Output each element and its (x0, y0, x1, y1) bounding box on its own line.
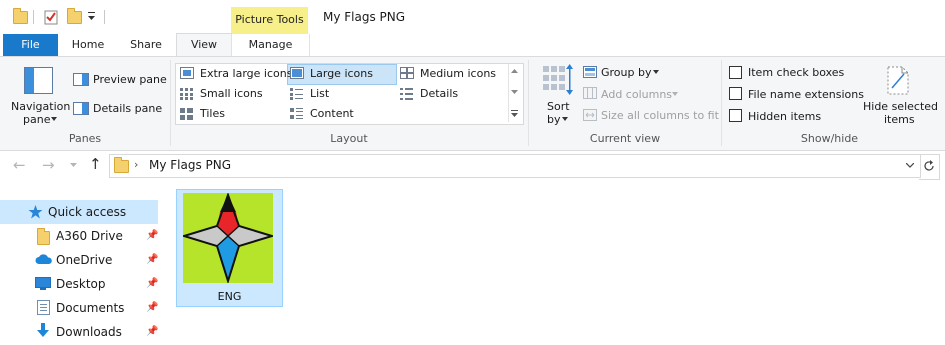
medium-icons-icon[interactable] (400, 67, 414, 79)
size-all-columns-option: Size all columns to fit (601, 109, 719, 122)
address-dropdown-chevron-icon[interactable] (906, 163, 914, 168)
tab-view[interactable]: View (176, 33, 232, 58)
refresh-icon[interactable] (923, 160, 935, 172)
gallery-expand-icon[interactable] (511, 110, 518, 117)
scroll-down-icon[interactable] (511, 90, 518, 94)
item-check-boxes-checkbox[interactable] (729, 66, 742, 79)
picture-tools-label: Picture Tools (235, 13, 304, 26)
small-icons-icon[interactable] (180, 88, 194, 100)
qat-separator (33, 10, 34, 24)
nav-item-a360-drive[interactable]: A360 Drive (56, 229, 123, 243)
tab-file[interactable]: File (3, 34, 58, 56)
download-icon (37, 323, 49, 337)
hidden-items-checkbox[interactable] (729, 109, 742, 122)
preview-pane-icon[interactable] (73, 73, 89, 86)
add-columns-option: Add columns (601, 88, 673, 101)
nav-item-desktop[interactable]: Desktop (56, 277, 106, 291)
scroll-up-icon[interactable] (511, 69, 518, 73)
extra-large-icons-icon[interactable] (180, 67, 194, 79)
add-columns-icon (583, 87, 597, 99)
group-by-option[interactable]: Group by (601, 66, 651, 79)
qat-separator-2 (104, 10, 105, 24)
hide-selected-label-2[interactable]: items (884, 113, 915, 126)
list-icon[interactable] (290, 88, 304, 100)
breadcrumb-current[interactable]: My Flags PNG (149, 158, 231, 172)
back-arrow-icon[interactable]: ← (13, 156, 26, 174)
content-option[interactable]: Content (310, 107, 354, 120)
pin-icon[interactable]: 📌 (146, 326, 158, 337)
medium-icons-option[interactable]: Medium icons (420, 67, 496, 80)
nav-item-downloads[interactable]: Downloads (56, 325, 122, 339)
pin-icon[interactable]: 📌 (146, 278, 158, 289)
list-option[interactable]: List (310, 87, 329, 100)
folder-icon (13, 8, 28, 24)
item-check-boxes-label[interactable]: Item check boxes (748, 66, 844, 79)
hide-selected-items-icon[interactable] (886, 66, 910, 96)
nav-item-onedrive[interactable]: OneDrive (56, 253, 112, 267)
preview-pane-label[interactable]: Preview pane (93, 73, 167, 86)
nav-item-quick-access[interactable]: Quick access (48, 205, 126, 219)
dropdown-arrow-icon[interactable] (653, 70, 659, 74)
layout-group-label: Layout (330, 132, 368, 145)
cloud-icon (35, 254, 52, 264)
tiles-icon[interactable] (180, 108, 194, 120)
nav-item-documents[interactable]: Documents (56, 301, 124, 315)
tab-manage[interactable]: Manage (231, 34, 310, 56)
desktop-icon (35, 277, 51, 290)
sort-by-label[interactable]: Sort (547, 100, 570, 113)
breadcrumb-separator-icon[interactable]: › (134, 158, 138, 171)
current-view-group-label: Current view (589, 132, 661, 145)
show-hide-group-label: Show/hide (800, 132, 859, 145)
compass-star-image (183, 193, 273, 283)
pin-icon[interactable]: 📌 (146, 302, 158, 313)
new-folder-icon[interactable] (67, 8, 82, 24)
extra-large-icons-option[interactable]: Extra large icons (200, 67, 292, 80)
folder-icon (37, 228, 50, 245)
customize-qat-chevron-icon[interactable] (87, 11, 96, 23)
file-name-extensions-label[interactable]: File name extensions (748, 88, 864, 101)
dropdown-arrow-icon (672, 92, 678, 96)
sort-by-icon[interactable] (543, 64, 573, 96)
content-icon[interactable] (290, 108, 304, 120)
up-arrow-icon[interactable]: ↑ (89, 155, 102, 173)
forward-arrow-icon[interactable]: → (42, 156, 55, 174)
large-icons-option[interactable]: Large icons (310, 67, 373, 80)
dropdown-arrow-icon[interactable] (562, 117, 568, 121)
details-pane-label[interactable]: Details pane (93, 102, 162, 115)
title-bar (0, 0, 945, 34)
file-name-extensions-checkbox[interactable] (729, 87, 742, 100)
tab-home[interactable]: Home (62, 34, 114, 56)
details-option[interactable]: Details (420, 87, 458, 100)
sort-by-label-2[interactable]: by (547, 113, 561, 126)
dropdown-arrow-icon[interactable] (51, 117, 57, 121)
group-by-icon[interactable] (583, 66, 597, 78)
hidden-items-label[interactable]: Hidden items (748, 110, 821, 123)
window-title: My Flags PNG (323, 10, 406, 24)
pin-icon[interactable]: 📌 (146, 254, 158, 265)
documents-icon (37, 300, 50, 315)
folder-icon (114, 157, 129, 173)
pin-icon[interactable]: 📌 (146, 230, 158, 241)
tab-share[interactable]: Share (120, 34, 172, 56)
details-icon[interactable] (400, 88, 414, 100)
large-icons-icon[interactable] (290, 67, 304, 79)
panes-group-label: Panes (68, 132, 102, 145)
star-icon (28, 205, 43, 219)
properties-checkmark-icon[interactable] (44, 9, 58, 25)
small-icons-option[interactable]: Small icons (200, 87, 263, 100)
navigation-pane-icon[interactable] (24, 67, 54, 95)
navigation-pane-label-2[interactable]: pane (23, 113, 50, 126)
file-name-label[interactable]: ENG (176, 290, 283, 303)
hide-selected-label[interactable]: Hide selected (863, 100, 938, 113)
details-pane-icon[interactable] (73, 102, 89, 115)
size-columns-icon (583, 109, 597, 121)
tiles-option[interactable]: Tiles (200, 107, 225, 120)
recent-locations-chevron-icon[interactable] (70, 163, 77, 167)
navigation-pane-label[interactable]: Navigation (11, 100, 70, 113)
